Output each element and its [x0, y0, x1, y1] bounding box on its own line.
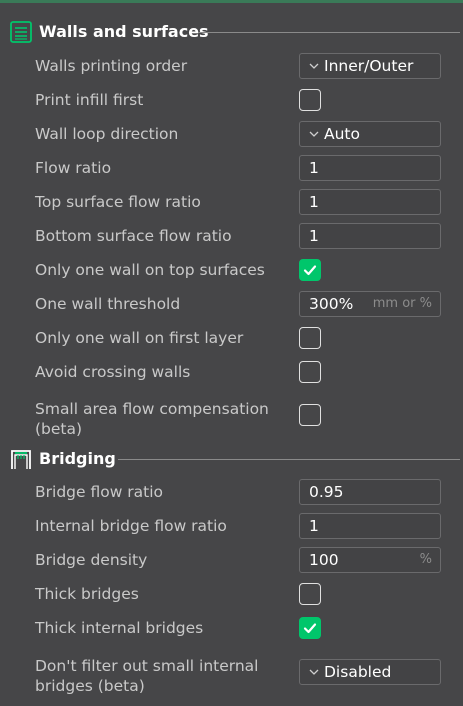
- setting-label-line: (beta): [35, 420, 83, 438]
- dont-filter-small-internal-bridges-select[interactable]: Disabled: [299, 659, 441, 685]
- checkmark-icon: [303, 623, 317, 634]
- setting-label: Avoid crossing walls: [35, 363, 191, 381]
- section-divider: [118, 459, 460, 460]
- setting-label: Bottom surface flow ratio: [35, 227, 232, 245]
- setting-bridge-flow-ratio: Bridge flow ratio 0.95: [0, 477, 463, 507]
- section-header-walls: Walls and surfaces: [10, 20, 460, 44]
- setting-thick-bridges: Thick bridges: [0, 579, 463, 609]
- setting-bridge-density: Bridge density 100 %: [0, 545, 463, 575]
- setting-only-one-wall-first-layer: Only one wall on first layer: [0, 323, 463, 353]
- setting-dont-filter-small-internal-bridges: Don't filter out small internal bridges …: [0, 657, 463, 695]
- setting-label: One wall threshold: [35, 295, 181, 313]
- select-value: Inner/Outer: [324, 57, 414, 75]
- select-value: Disabled: [324, 663, 392, 681]
- setting-label-line: bridges (beta): [35, 677, 145, 695]
- setting-label: Print infill first: [35, 91, 144, 109]
- setting-label: Bridge density: [35, 551, 148, 569]
- print-infill-first-checkbox[interactable]: [299, 89, 321, 111]
- setting-label-line: Small area flow compensation: [35, 400, 269, 418]
- setting-small-area-flow-compensation: Small area flow compensation (beta): [0, 400, 463, 438]
- setting-thick-internal-bridges: Thick internal bridges: [0, 613, 463, 643]
- input-value: 0.95: [309, 483, 344, 501]
- input-value: 1: [309, 227, 319, 245]
- walls-printing-order-select[interactable]: Inner/Outer: [299, 53, 441, 79]
- setting-flow-ratio: Flow ratio 1: [0, 153, 463, 183]
- internal-bridge-flow-ratio-input[interactable]: 1: [299, 513, 441, 539]
- wall-loop-direction-select[interactable]: Auto: [299, 121, 441, 147]
- setting-label: Thick internal bridges: [35, 619, 204, 637]
- only-one-wall-top-checkbox[interactable]: [299, 259, 321, 281]
- input-value: 100: [309, 551, 339, 569]
- setting-top-surface-flow-ratio: Top surface flow ratio 1: [0, 187, 463, 217]
- setting-internal-bridge-flow-ratio: Internal bridge flow ratio 1: [0, 511, 463, 541]
- one-wall-threshold-input[interactable]: 300% mm or %: [299, 291, 441, 317]
- select-value: Auto: [324, 125, 360, 143]
- thick-bridges-checkbox[interactable]: [299, 583, 321, 605]
- bridge-density-input[interactable]: 100 %: [299, 547, 441, 573]
- setting-avoid-crossing-walls: Avoid crossing walls: [0, 357, 463, 387]
- flow-ratio-input[interactable]: 1: [299, 155, 441, 181]
- walls-icon: [10, 21, 32, 43]
- setting-label: Small area flow compensation (beta): [35, 399, 269, 439]
- setting-label: Only one wall on first layer: [35, 329, 244, 347]
- section-title-bridging: Bridging: [39, 449, 116, 468]
- section-divider: [198, 32, 460, 33]
- bridge-flow-ratio-input[interactable]: 0.95: [299, 479, 441, 505]
- chevron-down-icon: [309, 669, 319, 675]
- section-title-walls: Walls and surfaces: [39, 22, 209, 41]
- setting-label: Top surface flow ratio: [35, 193, 201, 211]
- setting-label: Walls printing order: [35, 57, 188, 75]
- setting-label: Wall loop direction: [35, 125, 179, 143]
- setting-only-one-wall-top: Only one wall on top surfaces: [0, 255, 463, 285]
- input-value: 300%: [309, 295, 354, 313]
- setting-label: Only one wall on top surfaces: [35, 261, 265, 279]
- setting-wall-loop-direction: Wall loop direction Auto: [0, 119, 463, 149]
- bridge-icon: [11, 450, 31, 469]
- setting-one-wall-threshold: One wall threshold 300% mm or %: [0, 289, 463, 319]
- bottom-surface-flow-ratio-input[interactable]: 1: [299, 223, 441, 249]
- small-area-flow-compensation-checkbox[interactable]: [299, 404, 321, 426]
- checkmark-icon: [303, 265, 317, 276]
- setting-bottom-surface-flow-ratio: Bottom surface flow ratio 1: [0, 221, 463, 251]
- avoid-crossing-walls-checkbox[interactable]: [299, 361, 321, 383]
- top-surface-flow-ratio-input[interactable]: 1: [299, 189, 441, 215]
- setting-label: Flow ratio: [35, 159, 112, 177]
- chevron-down-icon: [309, 131, 319, 137]
- setting-label: Don't filter out small internal bridges …: [35, 656, 259, 696]
- input-value: 1: [309, 193, 319, 211]
- only-one-wall-first-layer-checkbox[interactable]: [299, 327, 321, 349]
- input-value: 1: [309, 517, 319, 535]
- setting-label: Bridge flow ratio: [35, 483, 164, 501]
- input-value: 1: [309, 159, 319, 177]
- input-unit: %: [419, 552, 432, 567]
- input-unit: mm or %: [372, 296, 432, 311]
- chevron-down-icon: [309, 63, 319, 69]
- setting-walls-printing-order: Walls printing order Inner/Outer: [0, 51, 463, 81]
- top-strip: [0, 0, 463, 3]
- setting-print-infill-first: Print infill first: [0, 85, 463, 115]
- setting-label: Internal bridge flow ratio: [35, 517, 227, 535]
- setting-label-line: Don't filter out small internal: [35, 657, 259, 675]
- setting-label: Thick bridges: [35, 585, 139, 603]
- thick-internal-bridges-checkbox[interactable]: [299, 617, 321, 639]
- section-header-bridging: Bridging: [10, 447, 460, 471]
